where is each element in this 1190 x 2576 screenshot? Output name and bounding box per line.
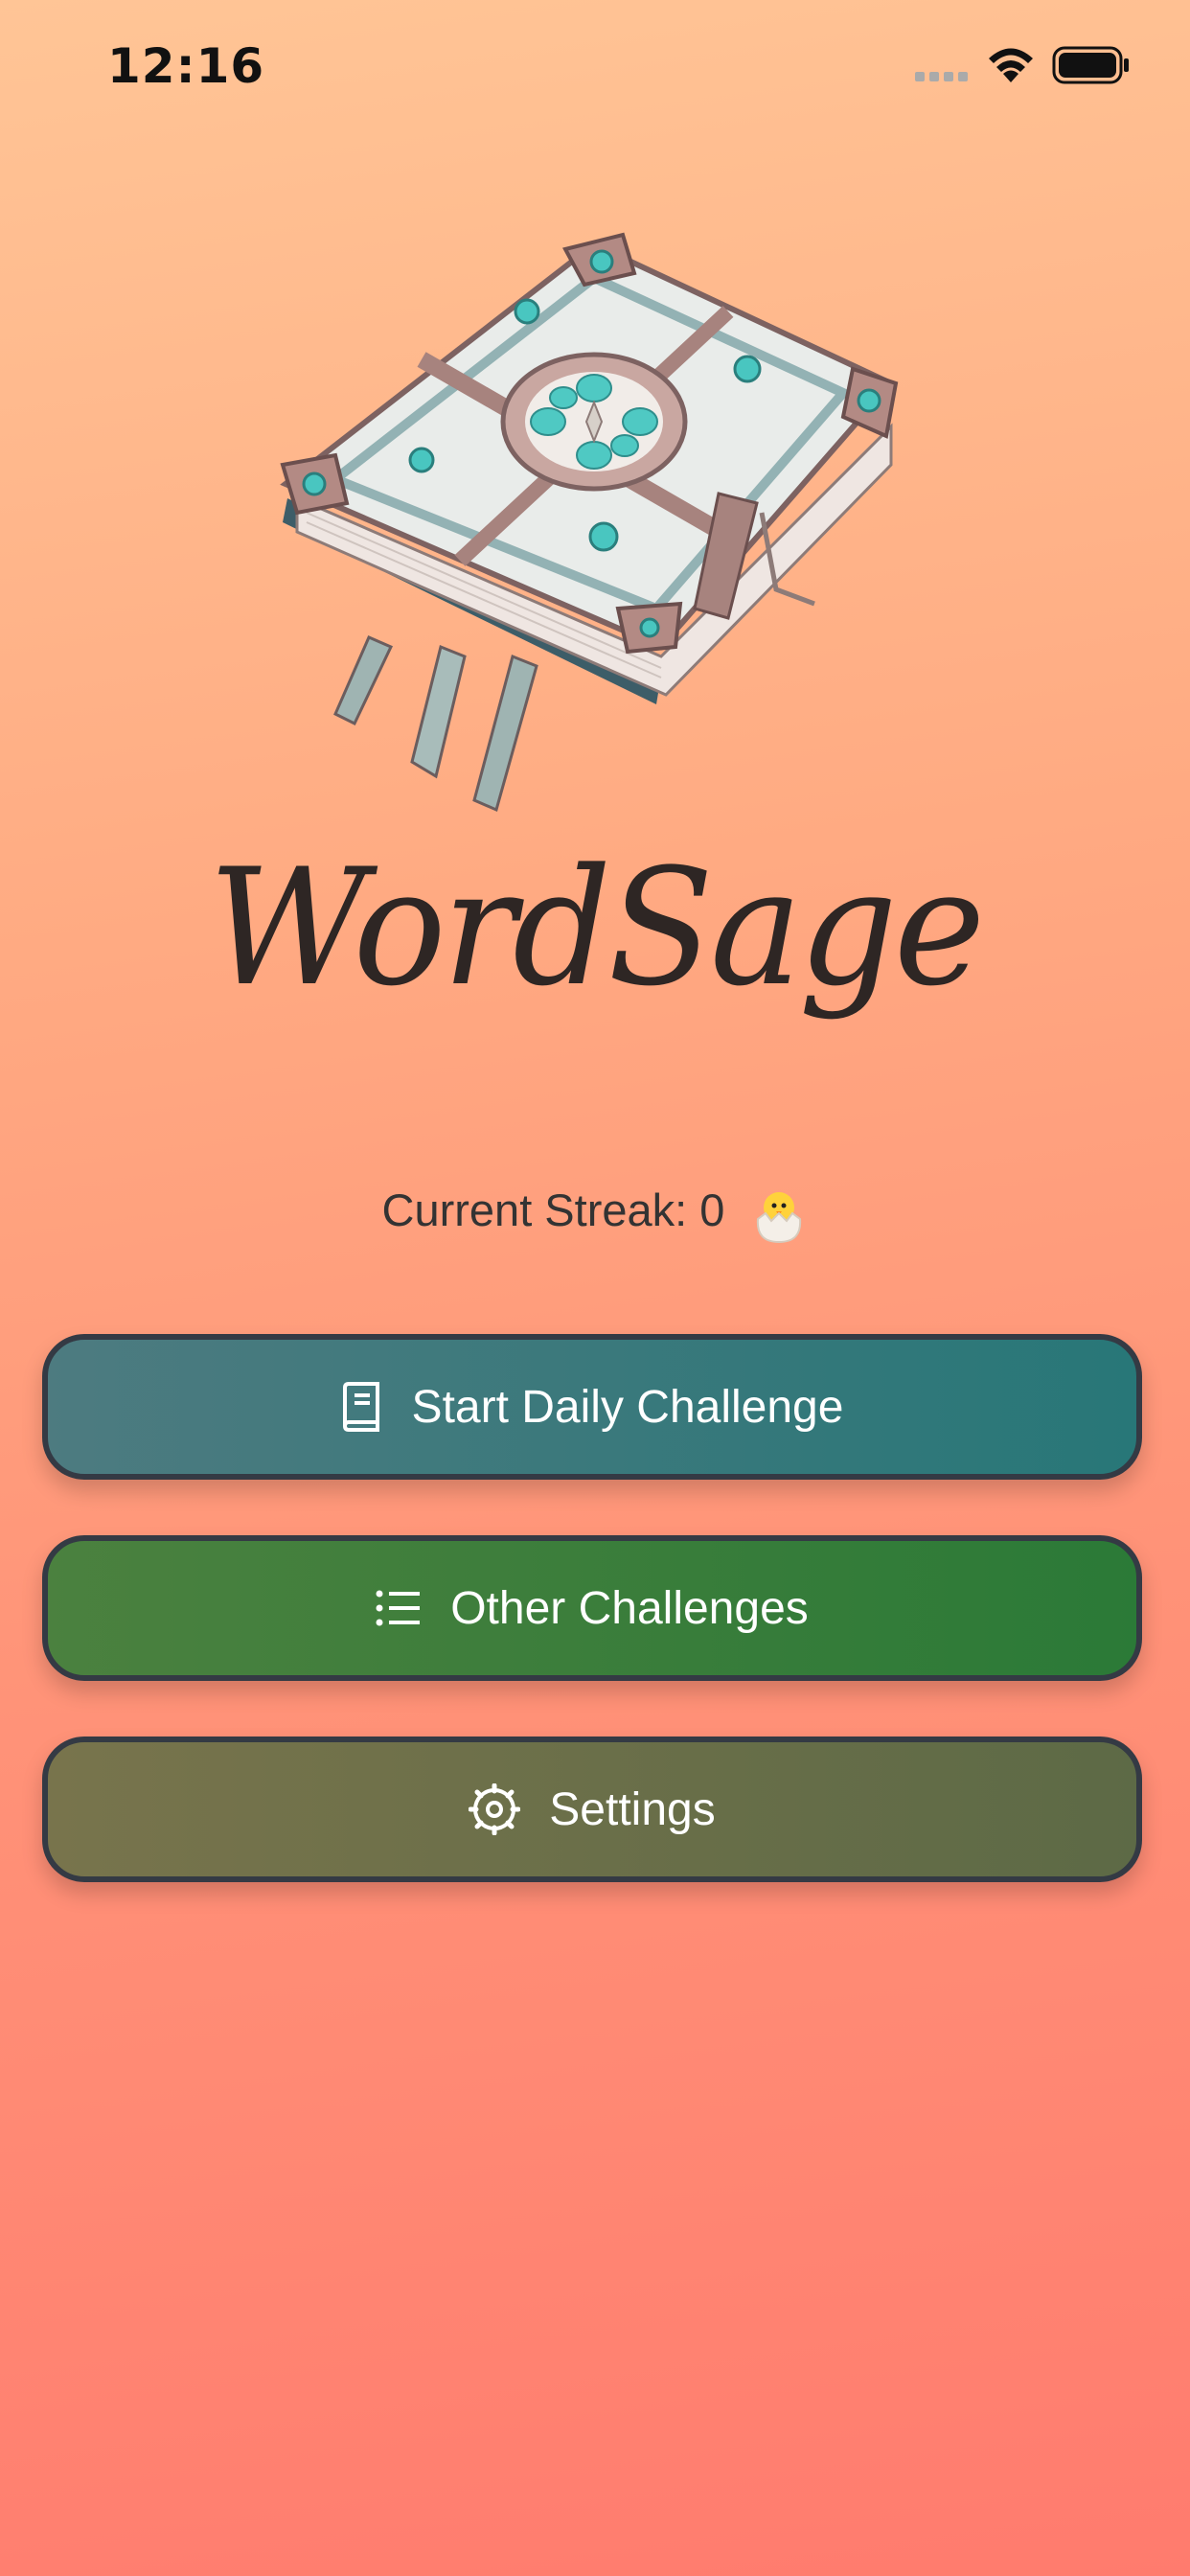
status-time: 12:16 — [107, 38, 265, 94]
wifi-icon — [989, 48, 1033, 82]
gear-icon — [469, 1783, 521, 1835]
book-illustration — [280, 232, 899, 813]
start-daily-challenge-button[interactable]: Start Daily Challenge — [42, 1334, 1142, 1480]
settings-button[interactable]: Settings — [42, 1736, 1142, 1882]
list-icon — [376, 1590, 422, 1626]
streak-row: Current Streak: 0 — [0, 1184, 1190, 1244]
streak-label: Current Streak: 0 — [381, 1184, 725, 1235]
battery-icon — [1052, 46, 1129, 84]
app-title: WordSage — [208, 834, 986, 1022]
other-challenges-button[interactable]: Other Challenges — [42, 1535, 1142, 1681]
signal-icon — [915, 72, 968, 81]
other-challenges-label: Other Challenges — [450, 1582, 809, 1634]
start-daily-challenge-label: Start Daily Challenge — [411, 1381, 844, 1433]
book-icon — [341, 1382, 383, 1432]
status-bar: 12:16 — [0, 0, 1190, 134]
hatching-chick-icon — [757, 1191, 802, 1243]
settings-label: Settings — [549, 1783, 716, 1835]
